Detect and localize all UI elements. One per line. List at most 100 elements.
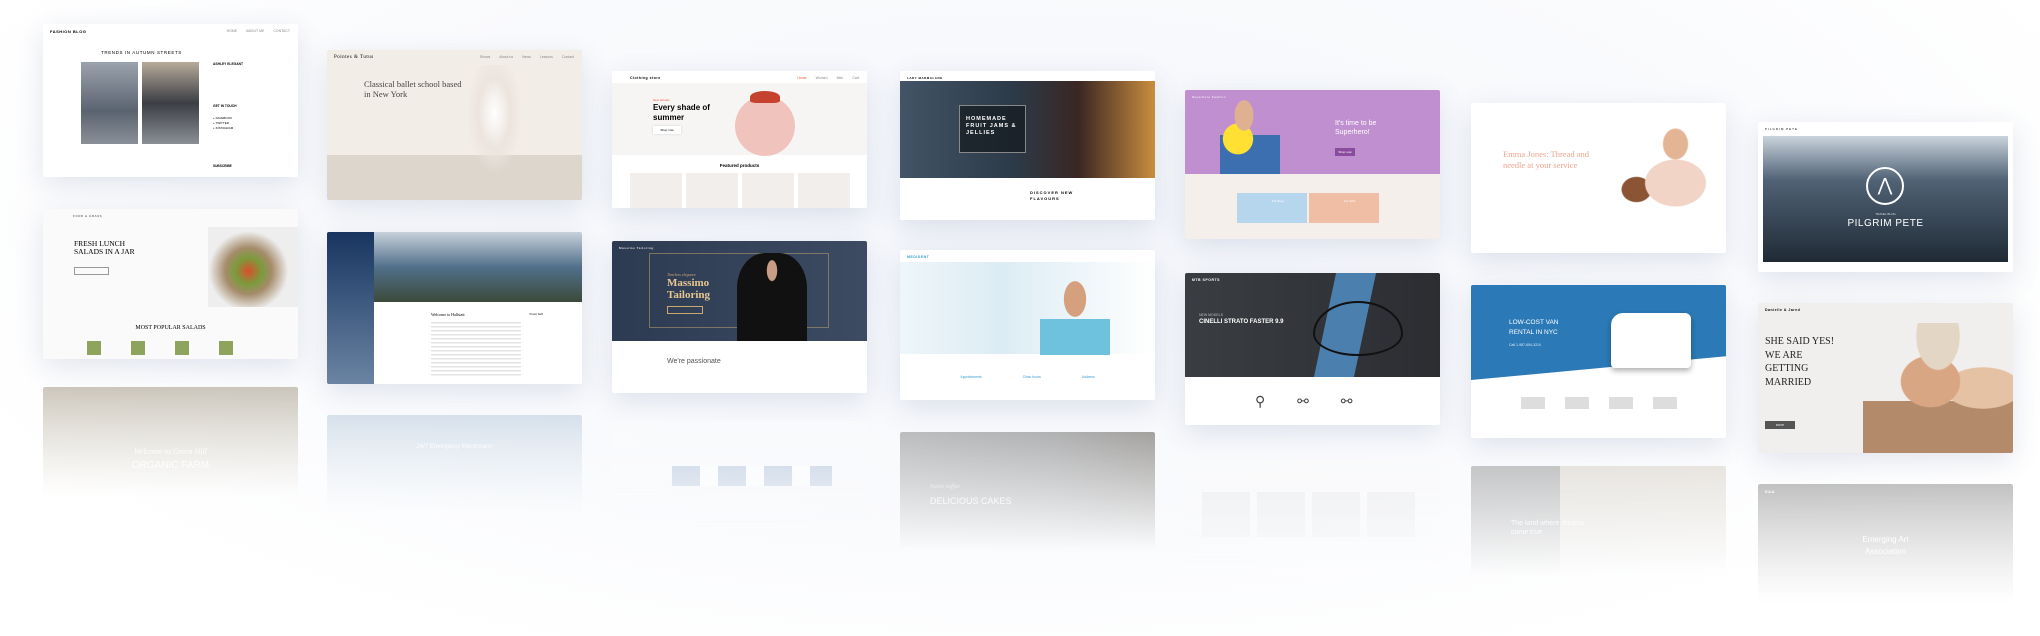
product-thumbnails (87, 341, 257, 355)
hero-script: Sweet coffee (930, 484, 960, 490)
template-emerging-art[interactable]: EAA Emerging Art Association (1758, 484, 2013, 602)
template-medident[interactable]: MEDIDENT Appointments Clinic hours Address (900, 250, 1155, 400)
dentist-image (1040, 275, 1110, 355)
rsvp-button[interactable]: RSVP (1765, 421, 1795, 429)
hero-title: HOMEMADE FRUIT JAMS & JELLIES (966, 116, 1017, 136)
nav-item[interactable]: Men (837, 76, 844, 80)
template-shoes-store[interactable] (612, 421, 867, 536)
hero-title: LOW-COST VAN RENTAL IN NYC (1509, 319, 1559, 336)
cart-link[interactable]: Cart (852, 76, 859, 80)
template-electricians[interactable]: 24/7 Emergency Electricians (327, 415, 582, 515)
hero-title: 24/7 Emergency Electricians (416, 444, 493, 450)
product-row: ⚲ ⚯ ⚯ (1255, 393, 1367, 409)
hero-title: Emma Jones: Thread and needle at your se… (1503, 149, 1590, 170)
shop-now-button[interactable]: Shop now (653, 126, 681, 134)
logo: FASHION BLOG (50, 29, 87, 34)
nav-item[interactable]: ABOUT ME (246, 29, 264, 33)
hero-image (900, 81, 1155, 178)
logo: Danielle & Jared (1765, 308, 1801, 312)
van-options[interactable] (1521, 397, 1681, 409)
template-land[interactable]: The land where dreams come true (1471, 466, 1726, 576)
cta-button[interactable] (74, 267, 109, 275)
template-van-rental[interactable]: LOW-COST VAN RENTAL IN NYC Call 1-987-65… (1471, 285, 1726, 438)
section-title: DISCOVER NEW FLAVOURS (1030, 190, 1074, 201)
nav-item[interactable]: Women (816, 76, 828, 80)
post-title: TRENDS IN AUTUMN STREETS (101, 50, 182, 55)
nav-item[interactable]: Contact (562, 55, 574, 59)
section-title: Welcome to Hallstatt (431, 312, 465, 317)
nav-item[interactable]: Lessons (540, 55, 553, 59)
section-title: Featured products (719, 163, 760, 168)
template-cakes[interactable]: Sweet coffee DELICIOUS CAKES (900, 432, 1155, 550)
product-grid (630, 173, 850, 208)
hero-title: DELICIOUS CAKES (930, 496, 1012, 506)
hero-circle (735, 96, 795, 156)
logo: FOOD & GRASS (73, 214, 103, 218)
template-interior[interactable] (1185, 458, 1440, 576)
subscribe-heading: SUBSCRIBE (213, 164, 232, 168)
template-ballet[interactable]: Pointes & Tutus Shows About us News Lessons… (327, 50, 582, 200)
template-fashion-blog[interactable]: FASHION BLOG HOME ABOUT ME CONTACT TRENDS … (43, 24, 298, 177)
nav-item[interactable]: Home (797, 76, 806, 80)
template-organic-farm[interactable]: Welcome to Green Hill ORGANIC FARM (43, 387, 298, 497)
kicker: TRAVEL BLOG (1875, 212, 1896, 216)
hero-title: SHE SAID YES! WE ARE GETTING MARRIED (1765, 336, 1835, 388)
tailor-image (1591, 118, 1721, 248)
nav-item[interactable]: CONTACT (273, 29, 290, 33)
template-superhero-fashion[interactable]: Superhero Fashion It's time to be Superh… (1185, 90, 1440, 239)
nav-item[interactable]: HOME (227, 29, 238, 33)
template-salads[interactable]: FOOD & GRASS FRESH LUNCH SALADS IN A JAR… (43, 209, 298, 359)
couple-image (1863, 323, 2013, 453)
template-hallstatt[interactable]: Welcome to Hallstatt Town hall (327, 232, 582, 384)
phone: Call 1-987-654-3210 (1509, 343, 1541, 347)
shop-now-button[interactable]: Shop now (1335, 148, 1355, 156)
nav-item[interactable]: Shows (480, 55, 491, 59)
mountain-logo-icon: ⋀ (1866, 167, 1904, 205)
link[interactable]: + INSTAGRAM (213, 126, 233, 131)
girls-banner[interactable]: For Girls (1309, 193, 1379, 223)
template-wedding[interactable]: Danielle & Jared SHE SAID YES! WE ARE GE… (1758, 303, 2013, 453)
hero-image (208, 227, 298, 307)
hero-title: CINELLI STRATO FASTER 9.9 (1199, 319, 1284, 325)
info-item: Appointments (960, 375, 982, 379)
cta-button[interactable] (667, 306, 703, 314)
hero-title: FRESH LUNCH SALADS IN A JAR (74, 239, 135, 256)
nav-item[interactable]: News (522, 55, 531, 59)
hero-image (374, 232, 582, 302)
logo: Clothing store (630, 76, 661, 80)
template-clothing-store[interactable]: Clothing store Home Women Men Cart New arri… (612, 71, 867, 208)
kid-image (1220, 96, 1280, 174)
van-image (1611, 313, 1691, 368)
logo: MTB SPORTS (1192, 278, 1220, 282)
hero-title: Every shade of summer (653, 103, 710, 122)
side-heading: Town hall (529, 312, 544, 316)
hero-script: Welcome to Green Hill (134, 447, 207, 456)
banner-label: For Girls (1344, 199, 1356, 203)
hero-title: It's time to be Superhero! (1335, 120, 1377, 136)
template-mtb-sports[interactable]: MTB SPORTS NEW MODELS CINELLI STRATO FAS… (1185, 273, 1440, 425)
kicker: NEW MODELS (1199, 313, 1223, 317)
banner-label: For Boys (1272, 199, 1285, 203)
gallery (1202, 492, 1422, 537)
info-item: Address (1081, 375, 1095, 379)
body-text (431, 322, 521, 377)
nav-item[interactable]: About us (499, 55, 513, 59)
hat-image (750, 91, 780, 103)
man-image (737, 253, 807, 341)
hero-image (900, 262, 1155, 354)
section-heading: GET IN TOUCH (213, 104, 237, 108)
section-title: We're passionate (667, 358, 721, 365)
logo: PILGRIM PETE (1765, 127, 1799, 131)
section-title: MOST POPULAR SALADS (135, 325, 206, 331)
template-emma-jones[interactable]: Emma Jones: Thread and needle at your se… (1471, 103, 1726, 253)
hero-title: The land where dreams come true (1511, 520, 1585, 536)
hero-title: Massimo Tailoring (667, 277, 710, 301)
template-massimo-tailoring[interactable]: Massimo Tailoring Timeless elegance Mass… (612, 241, 867, 393)
logo: Pointes & Tutus (334, 55, 374, 60)
template-pilgrim-pete[interactable]: PILGRIM PETE ⋀ TRAVEL BLOG PILGRIM PETE (1758, 122, 2013, 272)
boys-banner[interactable]: For Boys (1237, 193, 1307, 223)
author: ASHLEY ELEGANT (213, 62, 243, 66)
social-links: + FACEBOOK + TWITTER + INSTAGRAM (213, 116, 233, 131)
template-lady-marmalade[interactable]: LADY MARMALADE HOMEMADE FRUIT JAMS & JEL… (900, 71, 1155, 220)
logo: LADY MARMALADE (907, 76, 943, 80)
